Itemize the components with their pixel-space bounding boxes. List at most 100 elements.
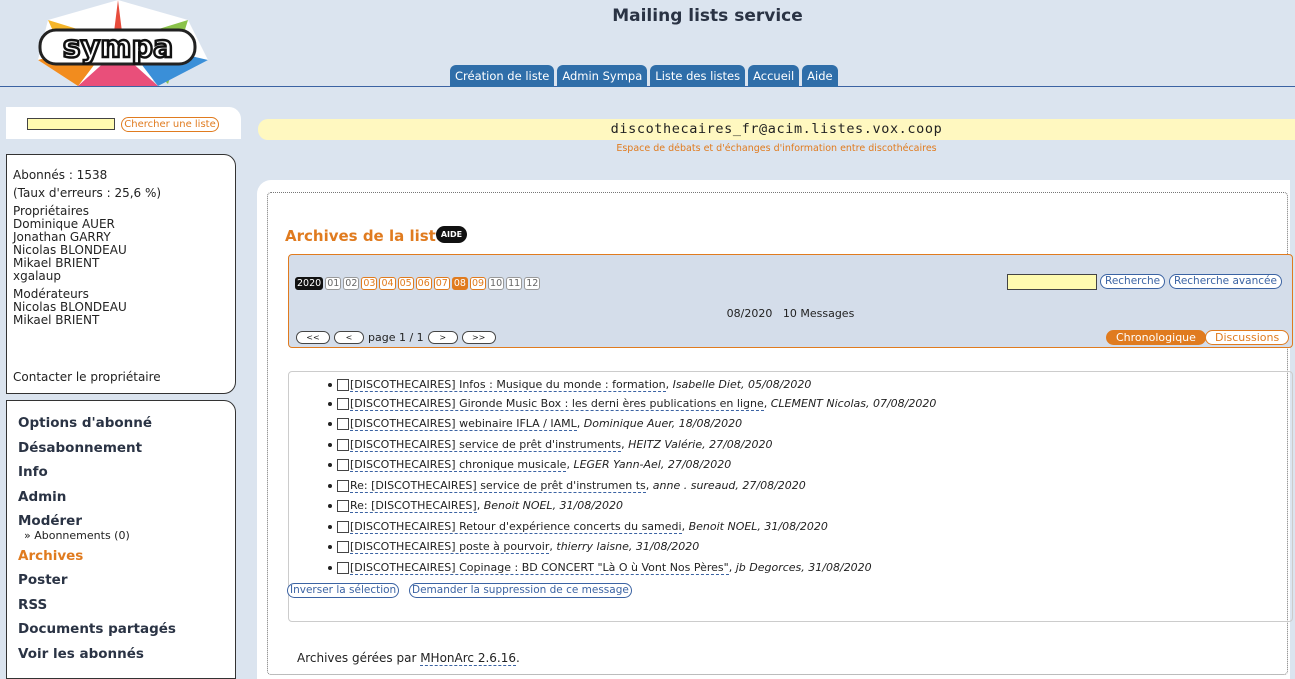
- list-item: [DISCOTHECAIRES] Copinage : BD CONCERT "…: [328, 559, 872, 576]
- prev-page-button[interactable]: <: [334, 331, 364, 344]
- message-count: 10 Messages: [782, 307, 855, 320]
- message-subject-link[interactable]: [DISCOTHECAIRES] Retour d'expérience con…: [350, 520, 682, 534]
- list-info-panel: Abonnés : 1538 (Taux d'erreurs : 25,6 %)…: [6, 154, 236, 394]
- message-checkbox[interactable]: [337, 520, 349, 533]
- tab-list-of-lists[interactable]: Liste des listes: [650, 65, 746, 87]
- tab-admin-sympa[interactable]: Admin Sympa: [557, 65, 648, 87]
- next-page-button[interactable]: >: [427, 331, 458, 344]
- period-summary: 08/2020 10 Messages: [289, 307, 1292, 320]
- month-06[interactable]: 06: [415, 277, 432, 290]
- month-07[interactable]: 07: [433, 277, 450, 290]
- list-item: [DISCOTHECAIRES] poste à pourvoir, thier…: [328, 538, 699, 555]
- list-description: Espace de débats et d'échanges d'informa…: [616, 143, 937, 154]
- message-checkbox[interactable]: [337, 378, 349, 391]
- list-item: Re: [DISCOTHECAIRES], Benoit NOEL, 31/08…: [328, 497, 623, 514]
- message-author-date: Isabelle Diet, 05/08/2020: [672, 378, 812, 391]
- owner-name: xgalaup: [13, 269, 61, 283]
- message-checkbox[interactable]: [337, 438, 349, 451]
- archives-navigation: 2020 01 02 03 04 05 06 07 08 09 10 11 12…: [288, 254, 1293, 348]
- search-button[interactable]: Recherche: [1100, 274, 1166, 289]
- svg-text:sympa: sympa: [63, 30, 173, 65]
- message-subject-link[interactable]: Re: [DISCOTHECAIRES]: [350, 499, 477, 513]
- page-indicator: page 1 / 1: [368, 331, 424, 344]
- message-subject-link[interactable]: [DISCOTHECAIRES] Copinage : BD CONCERT "…: [350, 561, 729, 575]
- menu-shared-documents[interactable]: Documents partagés: [7, 620, 235, 645]
- list-item: [DISCOTHECAIRES] webinaire IFLA / IAML, …: [328, 415, 742, 432]
- menu-admin[interactable]: Admin: [7, 488, 235, 513]
- archives-title: Archives de la liste: [285, 227, 446, 245]
- list-item: [DISCOTHECAIRES] Infos : Musique du mond…: [328, 376, 811, 393]
- message-checkbox[interactable]: [337, 417, 349, 430]
- moderator-name: Mikael BRIENT: [13, 313, 100, 327]
- message-author-date: jb Degorces, 31/08/2020: [735, 561, 872, 574]
- list-item: [DISCOTHECAIRES] Gironde Music Box : les…: [328, 395, 936, 412]
- month-selector: 2020 01 02 03 04 05 06 07 08 09 10 11 12: [295, 277, 541, 290]
- message-subject-link[interactable]: [DISCOTHECAIRES] webinaire IFLA / IAML: [350, 417, 577, 431]
- message-subject-link[interactable]: [DISCOTHECAIRES] Infos : Musique du mond…: [350, 378, 666, 392]
- message-subject-link[interactable]: [DISCOTHECAIRES] poste à pourvoir: [350, 540, 550, 554]
- month-09[interactable]: 09: [469, 277, 487, 290]
- sort-threads-button[interactable]: Discussions: [1205, 330, 1290, 345]
- menu-subscriber-options[interactable]: Options d'abonné: [7, 414, 235, 439]
- menu-archives[interactable]: Archives: [7, 547, 235, 572]
- archives-footer: Archives gérées par MHonArc 2.6.16.: [297, 651, 520, 666]
- list-search-input[interactable]: [27, 118, 115, 130]
- message-author-date: Benoit NOEL, 31/08/2020: [483, 499, 623, 512]
- subscriber-count: Abonnés : 1538: [13, 168, 108, 182]
- archives-container: Archives de la liste AIDE 2020 01 02 03 …: [267, 192, 1293, 675]
- list-item: [DISCOTHECAIRES] service de prêt d'instr…: [328, 436, 772, 453]
- help-badge[interactable]: AIDE: [436, 226, 467, 243]
- message-subject-link[interactable]: Re: [DISCOTHECAIRES] service de prêt d'i…: [350, 479, 646, 493]
- message-checkbox[interactable]: [337, 397, 349, 410]
- request-deletion-button[interactable]: Demander la suppression de ce message: [409, 583, 632, 598]
- top-nav-tabs: Création de liste Admin Sympa Liste des …: [450, 65, 838, 87]
- contact-owner-link[interactable]: Contacter le propriétaire: [13, 371, 161, 384]
- month-12: 12: [524, 277, 541, 290]
- tab-help[interactable]: Aide: [802, 65, 838, 87]
- list-menu: Options d'abonné Désabonnement Info Admi…: [6, 400, 236, 679]
- menu-info[interactable]: Info: [7, 463, 235, 488]
- menu-unsubscribe[interactable]: Désabonnement: [7, 439, 235, 464]
- menu-view-subscribers[interactable]: Voir les abonnés: [7, 645, 235, 670]
- error-rate: (Taux d'erreurs : 25,6 %): [13, 186, 162, 200]
- tab-create-list[interactable]: Création de liste: [450, 65, 555, 87]
- list-search-button[interactable]: Chercher une liste: [121, 117, 219, 132]
- month-04[interactable]: 04: [379, 277, 396, 290]
- message-checkbox[interactable]: [337, 499, 349, 512]
- menu-rss[interactable]: RSS: [7, 596, 235, 621]
- advanced-search-button[interactable]: Recherche avancée: [1169, 274, 1282, 289]
- header: sympa Mailing lists service Création de …: [0, 0, 1295, 87]
- message-checkbox[interactable]: [337, 561, 349, 574]
- message-checkbox[interactable]: [337, 479, 349, 492]
- message-list: [DISCOTHECAIRES] Infos : Musique du mond…: [287, 371, 1293, 622]
- period-label: 08/2020: [726, 307, 773, 320]
- message-author-date: LEGER Yann-Ael, 27/08/2020: [573, 458, 732, 471]
- month-03[interactable]: 03: [361, 277, 378, 290]
- invert-selection-button[interactable]: Inverser la sélection: [287, 583, 400, 598]
- message-author-date: Dominique Auer, 18/08/2020: [583, 417, 743, 430]
- list-item: Re: [DISCOTHECAIRES] service de prêt d'i…: [328, 477, 806, 494]
- message-subject-link[interactable]: [DISCOTHECAIRES] chronique musicale: [350, 458, 567, 472]
- month-01: 01: [325, 277, 342, 290]
- month-11: 11: [506, 277, 523, 290]
- message-subject-link[interactable]: [DISCOTHECAIRES] Gironde Music Box : les…: [350, 397, 764, 411]
- message-author-date: thierry laisne, 31/08/2020: [556, 540, 700, 553]
- message-checkbox[interactable]: [337, 540, 349, 553]
- message-author-date: CLEMENT Nicolas, 07/08/2020: [770, 397, 937, 410]
- list-search-panel: Chercher une liste: [6, 107, 241, 139]
- message-checkbox[interactable]: [337, 458, 349, 471]
- month-05[interactable]: 05: [397, 277, 414, 290]
- tab-home[interactable]: Accueil: [748, 65, 800, 87]
- footer-period: .: [516, 651, 520, 665]
- month-02: 02: [343, 277, 360, 290]
- month-08[interactable]: 08: [451, 277, 468, 290]
- last-page-button[interactable]: >>: [461, 331, 496, 344]
- menu-moderate-subscriptions[interactable]: » Abonnements (0): [7, 530, 235, 547]
- menu-post[interactable]: Poster: [7, 571, 235, 596]
- mhonarc-link[interactable]: MHonArc 2.6.16: [420, 651, 516, 666]
- sort-chronological-button[interactable]: Chronologique: [1106, 330, 1206, 345]
- message-subject-link[interactable]: [DISCOTHECAIRES] service de prêt d'instr…: [350, 438, 622, 452]
- year-2020[interactable]: 2020: [295, 277, 324, 290]
- first-page-button[interactable]: <<: [296, 331, 330, 344]
- archive-search-input[interactable]: [1007, 274, 1097, 290]
